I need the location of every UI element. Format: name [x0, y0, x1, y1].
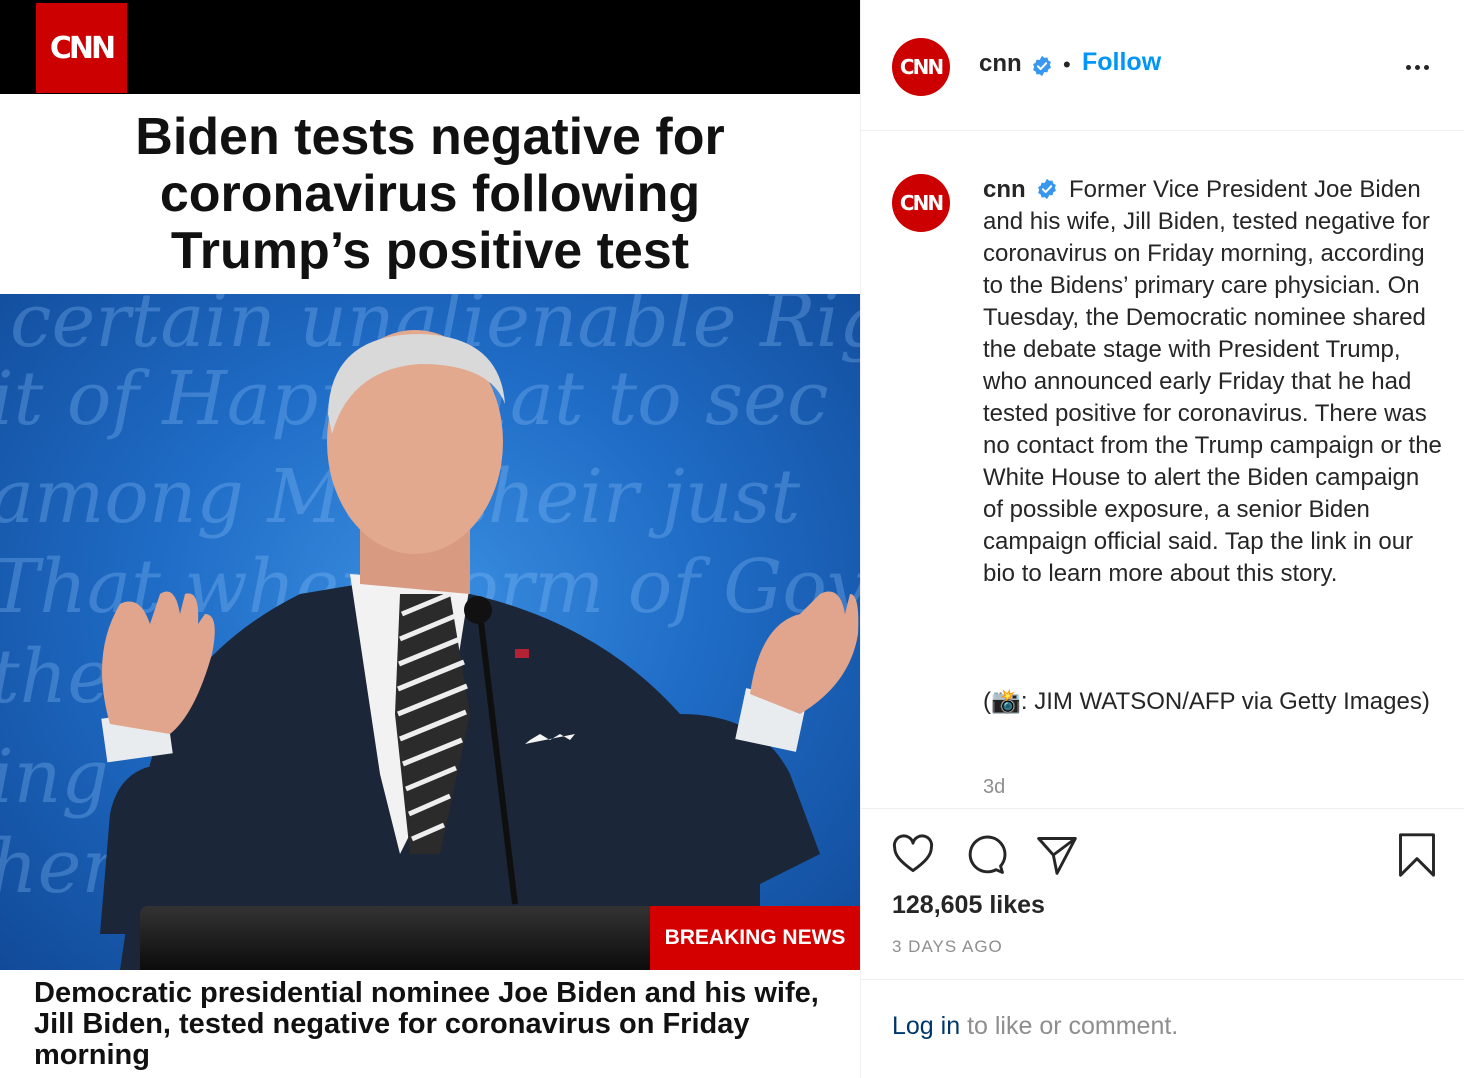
action-section: 128,605 likes 3 DAYS AGO — [861, 808, 1464, 980]
bookmark-icon[interactable] — [1395, 833, 1439, 877]
header-username[interactable]: cnn — [979, 50, 1022, 78]
image-headline-text: Biden tests negative for coronavirus fol… — [135, 107, 725, 280]
image-top-bar: CNN — [0, 0, 860, 94]
post-header: CNN cnn • Follow — [861, 0, 1464, 131]
debate-photo: certain unalienable Rights, that it of H… — [0, 294, 860, 970]
image-caption-text: Democratic presidential nominee Joe Bide… — [34, 977, 819, 1071]
post-panel: CNN cnn • Follow CNN cnn Former Vice Pre… — [860, 0, 1464, 1078]
follow-button[interactable]: Follow — [1082, 48, 1161, 77]
image-caption: Democratic presidential nominee Joe Bide… — [0, 970, 860, 1078]
caption-time: 3d — [983, 776, 1006, 798]
login-prompt: Log in to like or comment. — [892, 1012, 1178, 1041]
photo-credit: (📸: JIM WATSON/AFP via Getty Images) — [983, 688, 1430, 715]
caption-username[interactable]: cnn — [983, 176, 1026, 203]
profile-avatar[interactable]: CNN — [892, 38, 950, 96]
post-caption: cnn Former Vice President Joe Biden and … — [983, 174, 1443, 590]
login-link[interactable]: Log in — [892, 1012, 960, 1040]
share-icon[interactable] — [1035, 833, 1079, 877]
header-separator: • — [1063, 52, 1071, 77]
cnn-logo: CNN — [36, 3, 127, 93]
podium — [140, 906, 680, 970]
breaking-news-badge: BREAKING NEWS — [650, 906, 860, 970]
post-image[interactable]: CNN Biden tests negative for coronavirus… — [0, 0, 860, 1078]
speaker-figure — [100, 330, 859, 970]
more-options-icon[interactable] — [1397, 52, 1437, 82]
caption-text: Former Vice President Joe Biden and his … — [983, 176, 1442, 587]
comment-icon[interactable] — [963, 833, 1007, 877]
image-headline: Biden tests negative for coronavirus fol… — [0, 94, 860, 294]
post-date: 3 DAYS AGO — [892, 937, 1003, 956]
caption-avatar[interactable]: CNN — [892, 174, 950, 232]
likes-count[interactable]: 128,605 likes — [892, 891, 1045, 920]
verified-badge-icon — [1033, 55, 1051, 77]
login-prompt-text: to like or comment. — [960, 1012, 1179, 1040]
verified-badge-icon — [1038, 178, 1057, 200]
heart-icon[interactable] — [891, 833, 935, 877]
